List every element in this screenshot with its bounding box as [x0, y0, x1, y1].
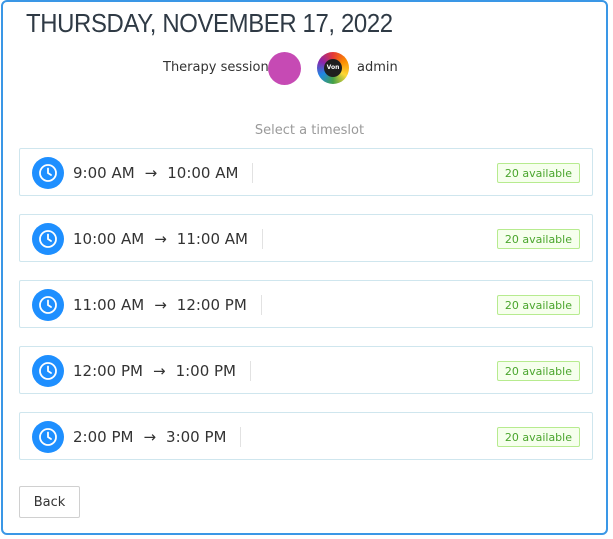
clock-icon: [32, 289, 64, 321]
arrow-right-icon: →: [143, 428, 157, 446]
timeslot-item[interactable]: 9:00 AM → 10:00 AM 20 available: [19, 148, 593, 196]
timeslot-item[interactable]: 11:00 AM → 12:00 PM 20 available: [19, 280, 593, 328]
session-type-label: Therapy session: [163, 60, 269, 75]
session-color-dot: [268, 52, 301, 85]
timeslot-list: 9:00 AM → 10:00 AM 20 available 10:00 AM → 1…: [19, 148, 593, 478]
availability-badge: 20 available: [496, 229, 580, 249]
timeslot-end: 12:00 PM: [176, 296, 247, 314]
clock-icon: [32, 157, 64, 189]
availability-badge: 20 available: [496, 427, 580, 447]
timeslot-end: 1:00 PM: [175, 362, 237, 380]
select-timeslot-hint: Select a timeslot: [254, 123, 365, 138]
avatar: Von: [317, 52, 349, 84]
avatar-text: Von: [324, 59, 342, 77]
clock-icon: [32, 223, 64, 255]
arrow-right-icon: →: [154, 230, 167, 248]
timeslot-start: 10:00 AM: [73, 230, 145, 248]
back-button[interactable]: Back: [19, 486, 80, 518]
availability-badge: 20 available: [496, 361, 580, 381]
arrow-right-icon: →: [144, 164, 158, 182]
timeslot-item[interactable]: 10:00 AM → 11:00 AM 20 available: [19, 214, 593, 262]
timeslot-start: 9:00 AM: [73, 164, 135, 182]
timeslot-range: 11:00 AM → 12:00 PM: [73, 295, 262, 315]
session-info: Therapy session Von admin: [3, 50, 613, 86]
arrow-right-icon: →: [154, 296, 167, 314]
clock-icon: [32, 421, 64, 453]
timeslot-start: 12:00 PM: [73, 362, 143, 380]
timeslot-range: 9:00 AM → 10:00 AM: [73, 163, 254, 183]
availability-badge: 20 available: [496, 295, 580, 315]
arrow-right-icon: →: [152, 362, 166, 380]
timeslot-start: 2:00 PM: [73, 428, 134, 446]
timeslot-end: 10:00 AM: [167, 164, 239, 182]
clock-icon: [32, 355, 64, 387]
availability-badge: 20 available: [496, 163, 580, 183]
timeslot-range: 12:00 PM → 1:00 PM: [73, 361, 252, 381]
timeslot-start: 11:00 AM: [73, 296, 145, 314]
timeslot-range: 10:00 AM → 11:00 AM: [73, 229, 263, 249]
timeslot-end: 11:00 AM: [176, 230, 248, 248]
host-name: admin: [357, 60, 398, 75]
timeslot-item[interactable]: 2:00 PM → 3:00 PM 20 available: [19, 412, 593, 460]
page-title: THURSDAY, NOVEMBER 17, 2022: [26, 8, 393, 38]
timeslot-end: 3:00 PM: [166, 428, 227, 446]
timeslot-range: 2:00 PM → 3:00 PM: [73, 427, 242, 447]
timeslot-item[interactable]: 12:00 PM → 1:00 PM 20 available: [19, 346, 593, 394]
